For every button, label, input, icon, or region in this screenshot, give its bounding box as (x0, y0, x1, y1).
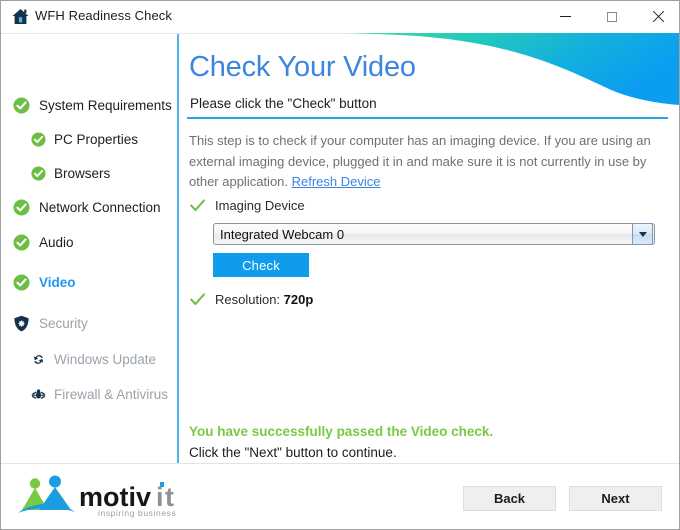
continue-message: Click the "Next" button to continue. (189, 445, 397, 460)
sidebar-item-video[interactable]: Video (13, 271, 76, 293)
check-circle-icon (31, 165, 46, 181)
sidebar-item-security[interactable]: Security (13, 312, 88, 334)
maximize-button[interactable] (589, 1, 635, 32)
checkmark-icon (189, 291, 206, 308)
window-title: WFH Readiness Check (35, 8, 172, 23)
imaging-device-select[interactable]: Integrated Webcam 0 (213, 223, 655, 245)
close-icon (652, 10, 665, 23)
sidebar-item-label: System Requirements (39, 97, 172, 113)
title-bar: WFH Readiness Check (1, 1, 679, 34)
shield-icon (13, 315, 30, 332)
check-circle-icon (13, 274, 30, 291)
sidebar-item-network-connection[interactable]: Network Connection (13, 196, 161, 218)
sidebar-item-pc-properties[interactable]: PC Properties (31, 128, 138, 150)
imaging-device-label: Imaging Device (215, 198, 305, 213)
imaging-device-selected-value: Integrated Webcam 0 (220, 226, 345, 242)
resolution-text: Resolution: 720p (215, 292, 313, 307)
sidebar-item-label: PC Properties (54, 131, 139, 147)
resolution-label: Resolution: (215, 292, 284, 307)
sync-icon (31, 352, 46, 367)
check-button[interactable]: Check (213, 253, 309, 277)
resolution-row: Resolution: 720p (189, 291, 313, 308)
refresh-device-link[interactable]: Refresh Device (292, 174, 381, 189)
checkmark-icon (189, 197, 206, 214)
check-circle-icon (13, 234, 30, 251)
firewall-bug-icon (31, 387, 46, 402)
close-button[interactable] (635, 1, 679, 32)
page-subtitle: Please click the "Check" button (190, 96, 377, 111)
maximize-icon (607, 11, 617, 22)
footer-bar: motiv i t inspiring business Back Next (1, 463, 679, 529)
dropdown-toggle-button[interactable] (632, 223, 653, 245)
sidebar-item-browsers[interactable]: Browsers (31, 162, 110, 184)
sidebar-item-label: Audio (39, 234, 74, 250)
sidebar-item-label: Browsers (54, 165, 111, 181)
resolution-value: 720p (283, 292, 314, 307)
chevron-down-icon (638, 231, 647, 237)
minimize-button[interactable] (542, 1, 588, 32)
back-button[interactable]: Back (463, 486, 556, 511)
header-rule (187, 117, 668, 119)
sidebar-item-label: Firewall & Antivirus (54, 386, 169, 402)
next-button[interactable]: Next (569, 486, 662, 511)
svg-text:inspiring business: inspiring business (98, 508, 176, 518)
sidebar: System Requirements PC Properties Browse… (1, 34, 178, 497)
app-window: WFH Readiness Check System Requirements … (0, 0, 680, 530)
check-circle-icon (13, 199, 30, 216)
imaging-device-row: Imaging Device (189, 197, 305, 214)
motivit-logo: motiv i t inspiring business (15, 474, 191, 520)
page-title: Check Your Video (189, 51, 416, 83)
sidebar-item-label: Security (39, 315, 88, 331)
success-message: You have successfully passed the Video c… (189, 424, 494, 439)
sidebar-item-label: Video (39, 274, 76, 290)
home-icon (11, 7, 30, 26)
sidebar-item-audio[interactable]: Audio (13, 231, 74, 253)
step-description: This step is to check if your computer h… (189, 131, 667, 193)
sidebar-item-label: Network Connection (39, 199, 161, 215)
sidebar-item-label: Windows Update (54, 351, 157, 367)
step-description-text: This step is to check if your computer h… (189, 133, 651, 189)
sidebar-item-system-requirements[interactable]: System Requirements (13, 94, 172, 116)
check-circle-icon (31, 131, 46, 147)
sidebar-item-windows-update[interactable]: Windows Update (31, 348, 156, 370)
main-panel: Check Your Video Please click the "Check… (178, 34, 679, 497)
check-circle-icon (13, 97, 30, 114)
sidebar-item-firewall-antivirus[interactable]: Firewall & Antivirus (31, 383, 168, 405)
minimize-icon (559, 16, 571, 17)
